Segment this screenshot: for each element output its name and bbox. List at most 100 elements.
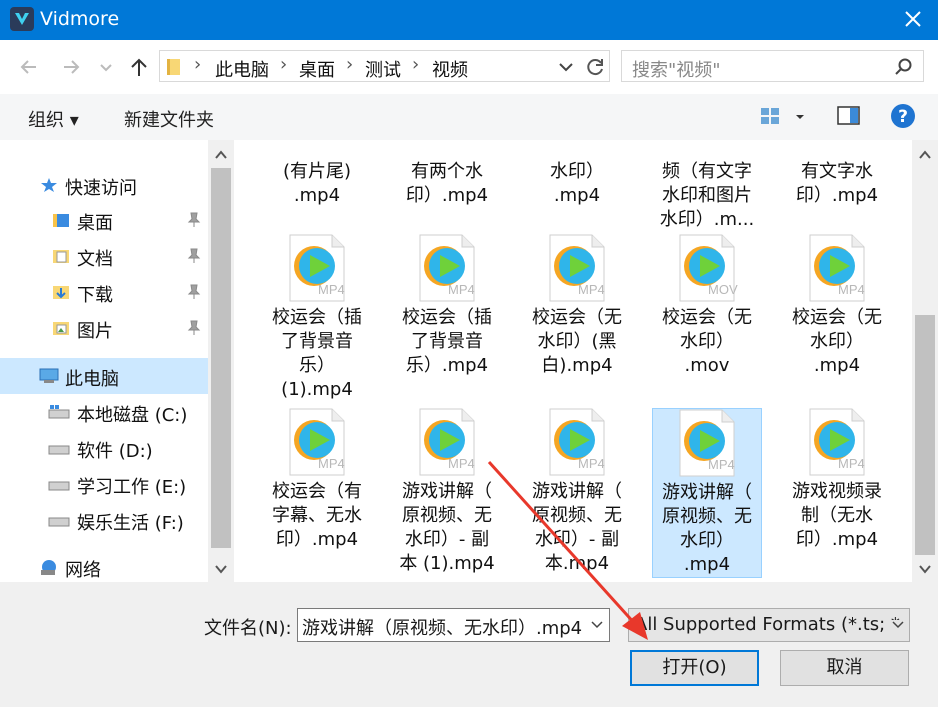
chevron-down-icon[interactable]	[891, 620, 907, 630]
file-list-scrollbar[interactable]	[912, 140, 938, 582]
file-item[interactable]: MP4 校运会（无 水印） .mp4	[782, 234, 892, 378]
file-item[interactable]: x(有片尾).mp4	[262, 140, 372, 208]
forward-arrow-icon[interactable]	[60, 54, 86, 80]
file-item[interactable]: MP4 游戏讲解（ 原视频、无 水印）- 副本.mp4	[522, 408, 632, 576]
tree-this-pc[interactable]: 此电脑	[0, 358, 208, 394]
toolbar: 组织 ▾ 新建文件夹 ?	[0, 94, 938, 140]
file-name-line: 水印）	[680, 530, 734, 551]
drive-icon	[48, 481, 70, 491]
scroll-up-icon[interactable]	[918, 148, 932, 162]
tree-network[interactable]: 网络	[0, 550, 208, 582]
cancel-button[interactable]: 取消	[780, 650, 909, 686]
tree-item-pictures[interactable]: 图片	[0, 311, 208, 345]
tree-label: 桌面	[77, 213, 113, 234]
scroll-up-icon[interactable]	[214, 148, 228, 162]
file-item[interactable]: MP4 校运会（插 了背景音 乐） (1).mp4	[262, 234, 372, 402]
navigation-scrollbar[interactable]	[208, 140, 234, 582]
video-file-icon: MOV	[678, 234, 738, 302]
file-name-line: .mov	[684, 355, 730, 376]
file-name-line: 乐）	[299, 355, 335, 376]
tree-quick-access[interactable]: 快速访问	[0, 168, 208, 202]
file-item[interactable]: x有两个水印）.mp4	[392, 140, 502, 208]
pin-icon[interactable]	[187, 248, 201, 264]
help-icon[interactable]: ?	[890, 103, 916, 129]
video-file-icon: MP4	[548, 234, 606, 302]
file-list: x(有片尾).mp4 x有两个水印）.mp4 x水印）.mp4 x频（有文字水印…	[234, 140, 912, 582]
file-item-selected[interactable]: MP4 游戏讲解（ 原视频、无 水印） .mp4	[652, 408, 762, 578]
file-name-line: 本 (1).mp4	[399, 553, 495, 574]
file-name-line: 游戏视频录	[792, 481, 882, 502]
file-item[interactable]: x频（有文字水印和图片水印）.m...	[652, 140, 762, 232]
video-file-icon: MP4	[678, 409, 736, 477]
pictures-folder-icon	[53, 322, 69, 335]
file-type-badge: MP4	[708, 457, 735, 472]
pin-icon[interactable]	[187, 320, 201, 336]
refresh-icon[interactable]	[584, 56, 606, 78]
filename-value: 游戏讲解（原视频、无水印）.mp4	[302, 618, 583, 639]
file-name-line: 白).mp4	[541, 355, 613, 376]
file-item[interactable]: MP4 校运会（插 了背景音 乐）.mp4	[392, 234, 502, 378]
search-box[interactable]: 搜索"视频"	[621, 50, 924, 82]
new-folder-button[interactable]: 新建文件夹	[124, 106, 214, 132]
tree-label: 网络	[65, 560, 101, 581]
breadcrumb-separator: ›	[194, 54, 202, 75]
scrollbar-thumb[interactable]	[211, 168, 231, 548]
view-options-icon[interactable]	[760, 106, 804, 128]
search-icon[interactable]	[894, 57, 914, 77]
file-item[interactable]: MP4 游戏讲解（ 原视频、无 水印）- 副本 (1).mp4	[392, 408, 502, 576]
up-arrow-icon[interactable]	[126, 54, 152, 80]
search-placeholder: 搜索"视频"	[632, 60, 721, 81]
tree-item-downloads[interactable]: 下载	[0, 275, 208, 309]
breadcrumb-this-pc[interactable]: 此电脑	[215, 56, 269, 82]
video-file-icon: MP4	[808, 408, 866, 476]
breadcrumb-video[interactable]: 视频	[432, 56, 468, 82]
file-name-line: 印）.mp4	[795, 529, 879, 550]
scroll-down-icon[interactable]	[918, 562, 932, 576]
file-item[interactable]: MOV 校运会（无 水印） .mov	[652, 234, 762, 378]
back-arrow-icon[interactable]	[16, 54, 42, 80]
file-name-line: .mp4	[813, 355, 861, 376]
vidmore-logo-icon	[10, 7, 34, 31]
video-file-icon: MP4	[418, 408, 476, 476]
file-item[interactable]: MP4 校运会（无 水印）(黑 白).mp4	[522, 234, 632, 378]
address-bar[interactable]: › 此电脑 › 桌面 › 测试 › 视频	[159, 50, 610, 82]
file-name-line: 了背景音	[411, 331, 483, 352]
file-name: 校运会（插 了背景音 乐）.mp4	[392, 306, 502, 378]
tree-drive-f[interactable]: 娱乐生活 (F:)	[0, 503, 208, 537]
file-type-select[interactable]: All Supported Formats (*.ts; *	[628, 608, 910, 642]
filename-input[interactable]: 游戏讲解（原视频、无水印）.mp4	[297, 608, 610, 642]
tree-drive-c[interactable]: 本地磁盘 (C:)	[0, 395, 208, 429]
recent-locations-chevron-icon[interactable]	[98, 54, 114, 80]
navigation-pane: 快速访问 桌面 文档 下载 图片 此电脑 本地磁盘 (C:) 软件 (D:) 学…	[0, 140, 208, 582]
file-item[interactable]: MP4 校运会（有 字幕、无水 印）.mp4	[262, 408, 372, 552]
tree-item-desktop[interactable]: 桌面	[0, 203, 208, 237]
preview-pane-icon[interactable]	[836, 105, 862, 127]
file-item[interactable]: x有文字水印）.mp4	[782, 140, 892, 208]
video-file-icon: MP4	[548, 408, 606, 476]
tree-label: 图片	[77, 321, 113, 342]
tree-label: 文档	[77, 249, 113, 270]
file-name: 游戏讲解（ 原视频、无 水印）- 副本 (1).mp4	[392, 480, 502, 576]
breadcrumb-desktop[interactable]: 桌面	[299, 56, 335, 82]
file-name-line: .mp4	[683, 554, 731, 575]
pin-icon[interactable]	[187, 212, 201, 228]
close-button[interactable]	[896, 4, 930, 36]
tree-drive-e[interactable]: 学习工作 (E:)	[0, 467, 208, 501]
tree-label: 学习工作 (E:)	[77, 477, 187, 498]
scrollbar-thumb[interactable]	[915, 315, 935, 555]
pin-icon[interactable]	[187, 284, 201, 300]
video-file-icon: MP4	[418, 234, 476, 302]
file-name-line: 游戏讲解（	[532, 481, 622, 502]
tree-label: 本地磁盘 (C:)	[77, 405, 188, 426]
scroll-down-icon[interactable]	[214, 562, 228, 576]
tree-drive-d[interactable]: 软件 (D:)	[0, 431, 208, 465]
chevron-down-icon[interactable]	[590, 620, 604, 630]
open-button[interactable]: 打开(O)	[630, 650, 759, 686]
address-dropdown-icon[interactable]	[558, 61, 574, 73]
file-item[interactable]: x水印）.mp4	[522, 140, 632, 208]
organize-button[interactable]: 组织 ▾	[28, 106, 79, 132]
tree-item-documents[interactable]: 文档	[0, 239, 208, 273]
breadcrumb-test[interactable]: 测试	[365, 56, 401, 82]
file-name-line: 原视频、无	[402, 505, 492, 526]
file-item[interactable]: MP4 游戏视频录 制（无水 印）.mp4	[782, 408, 892, 552]
